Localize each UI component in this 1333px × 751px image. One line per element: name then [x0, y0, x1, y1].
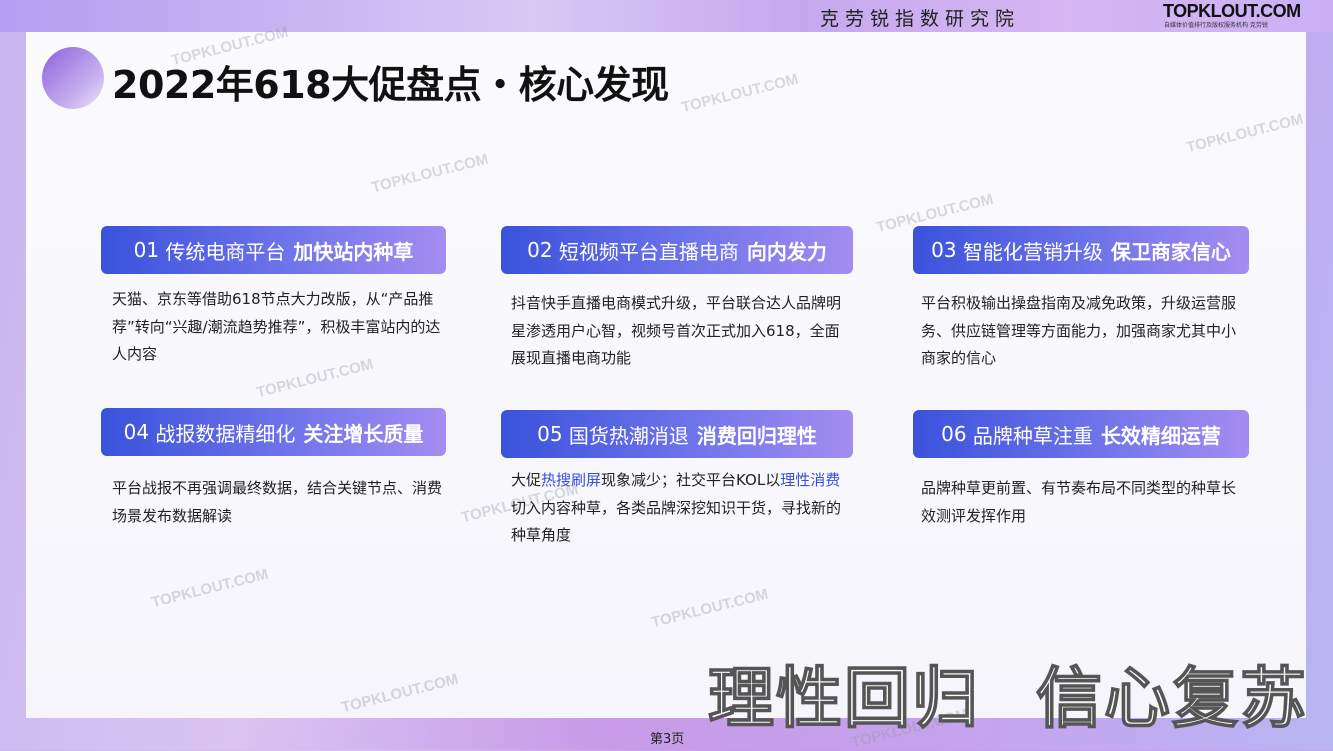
highlight-text: 理性消费 [780, 471, 841, 489]
page-number: 第3页 [650, 732, 685, 747]
institute-name: 克劳锐指数研究院 [820, 8, 1021, 30]
slogan-confidence-recovery: 信心复苏 [1035, 659, 1308, 738]
finding-body-03: 平台积极输出操盘指南及减免政策，升级运营服务、供应链管理等方面能力，加强商家尤其… [921, 294, 1237, 367]
brand-subtitle: 自媒体价值排行及版权服务机构 克劳锐 [1164, 22, 1268, 29]
finding-header-02: 02 短视频平台直播电商 向内发力 [501, 226, 853, 274]
finding-body-04: 平台战报不再强调最终数据，结合关键节点、消费场景发布数据解读 [112, 479, 443, 525]
finding-header-03: 03 智能化营销升级 保卫商家信心 [913, 226, 1249, 274]
slogan-rational-return: 理性回归 [707, 659, 980, 738]
finding-header-05: 05 国货热潮消退 消费回归理性 [501, 410, 853, 458]
finding-header-06: 06 品牌种草注重 长效精细运营 [913, 410, 1249, 458]
finding-header-01: 01 传统电商平台 加快站内种草 [101, 226, 446, 274]
highlight-text: 热搜刷屏 [541, 471, 602, 489]
finding-body-01: 天猫、京东等借助618节点大力改版，从“产品推荐”转向“兴趣/潮流趋势推荐”，积… [112, 290, 441, 363]
top-bar: 克劳锐指数研究院 TOPKLOUT.COM 自媒体价值排行及版权服务机构 克劳锐 [0, 0, 1333, 32]
finding-header-04: 04 战报数据精细化 关注增长质量 [101, 408, 446, 456]
finding-body-05: 大促热搜刷屏现象减少；社交平台KOL以理性消费切入内容种草，各类品牌深挖知识干货… [511, 471, 842, 544]
brand-logo: TOPKLOUT.COM [1163, 1, 1301, 21]
title-circle-decoration [42, 47, 104, 109]
finding-body-02: 抖音快手直播电商模式升级，平台联合达人品牌明星渗透用户心智，视频号首次正式加入6… [511, 294, 842, 367]
finding-body-06: 品牌种草更前置、有节奏布局不同类型的种草长效测评发挥作用 [921, 479, 1237, 525]
